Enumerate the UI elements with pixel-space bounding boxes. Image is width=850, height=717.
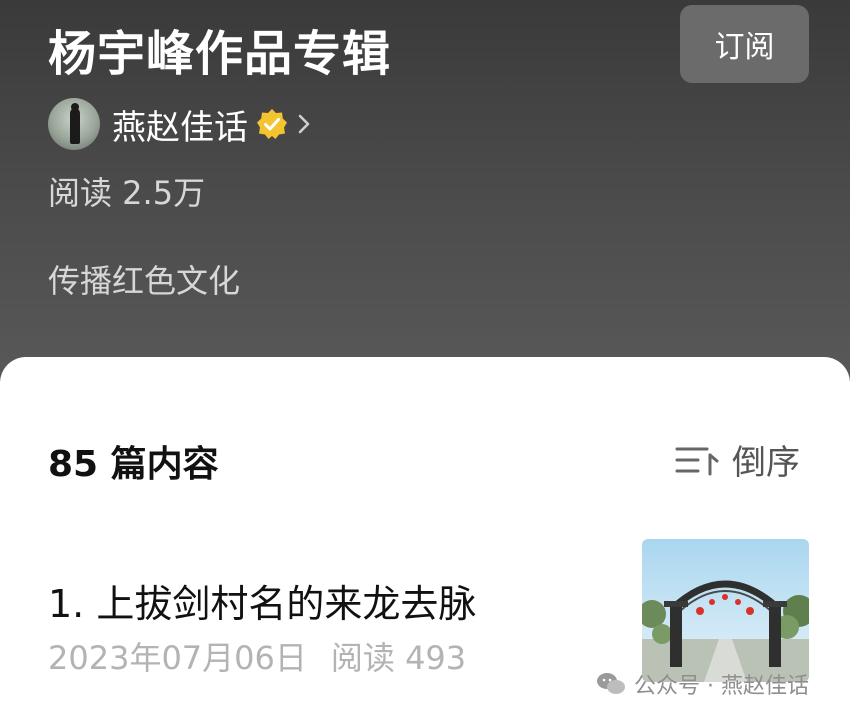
article-date: 2023年07月06日: [48, 639, 307, 677]
watermark-text: 公众号 · 燕赵佳话: [634, 674, 809, 699]
content-count: 85 篇内容: [48, 444, 219, 485]
article-meta: 2023年07月06日 阅读 493: [48, 633, 466, 679]
author-row[interactable]: 燕赵佳话: [48, 98, 314, 150]
content-panel: 85 篇内容 倒序 1. 上拔剑村名的来龙去脉 2023年07月06日 阅读 4…: [0, 357, 850, 717]
album-read-count: 阅读 2.5万: [48, 174, 206, 212]
sort-button[interactable]: 倒序: [674, 435, 800, 484]
sort-label: 倒序: [732, 443, 800, 483]
album-description: 传播红色文化: [48, 262, 241, 300]
author-name[interactable]: 燕赵佳话: [112, 100, 248, 149]
verified-badge-icon: [256, 108, 288, 140]
avatar-figure-body: [70, 108, 80, 144]
article-read-count: 阅读 493: [330, 639, 467, 677]
watermark: 公众号 · 燕赵佳话: [596, 669, 809, 699]
wechat-icon: [596, 671, 626, 697]
article-title[interactable]: 1. 上拔剑村名的来龙去脉: [48, 573, 476, 628]
author-avatar[interactable]: [48, 98, 100, 150]
sort-icon: [674, 441, 720, 479]
chevron-right-icon[interactable]: [296, 109, 314, 139]
article-thumbnail[interactable]: [642, 539, 809, 682]
subscribe-button[interactable]: 订阅: [680, 5, 809, 83]
album-title: 杨宇峰作品专辑: [48, 26, 392, 82]
album-header: 杨宇峰作品专辑 订阅 燕赵佳话 阅读 2.5万 传播红色文化: [0, 0, 850, 400]
